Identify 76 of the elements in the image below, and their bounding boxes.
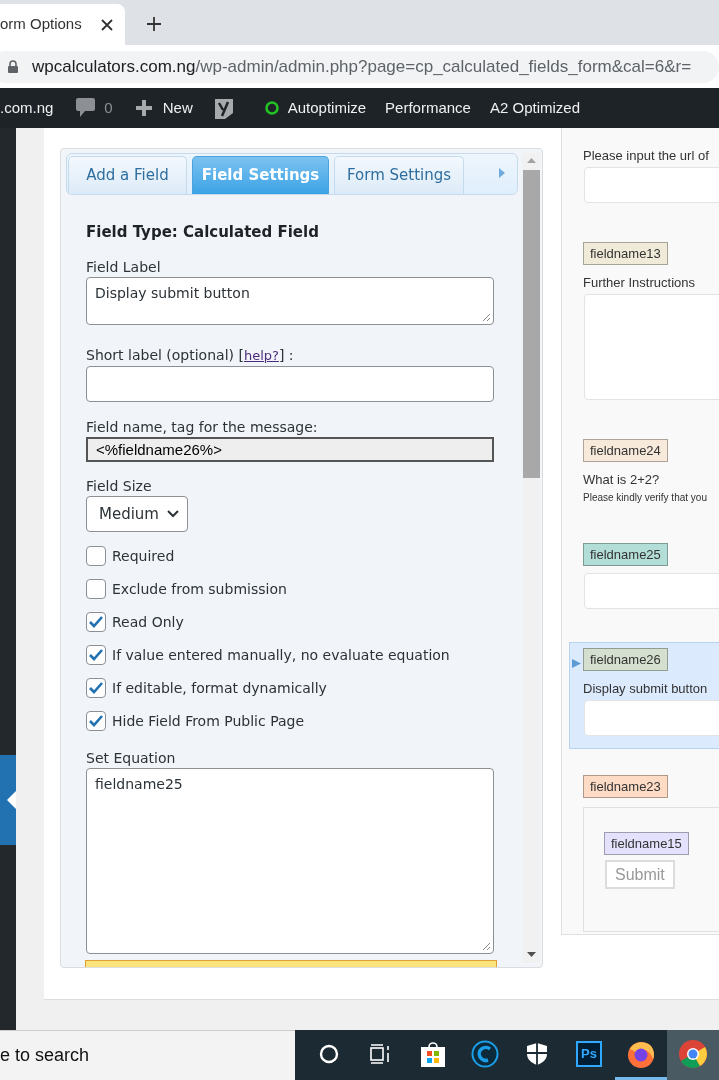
form-field[interactable]: fieldname25	[569, 537, 719, 622]
checkbox-label: If editable, format dynamically	[112, 678, 327, 698]
ring-icon[interactable]	[319, 1043, 339, 1064]
close-icon[interactable]	[101, 18, 113, 31]
field-label: Field name, tag for the message:	[86, 418, 319, 436]
field-label: Set Equation	[86, 749, 177, 767]
taskbar-button[interactable]: Ps	[563, 1030, 615, 1080]
selected-field[interactable]: fieldname26 Display submit button	[569, 642, 719, 749]
field-label: Field Size	[86, 477, 153, 495]
admin-bar-link[interactable]: Autoptimize	[287, 96, 367, 120]
field-label: Field Label	[86, 258, 162, 276]
checkbox[interactable]	[86, 579, 106, 599]
checkbox-label: Required	[112, 546, 175, 566]
tab[interactable]: Add a Field	[68, 156, 187, 194]
field-tag: fieldname25	[583, 543, 668, 566]
scroll-down-icon[interactable]	[526, 952, 536, 957]
comment-count: 0	[104, 97, 113, 118]
admin-bar-link[interactable]: A2 Optimized	[489, 96, 580, 120]
new-link[interactable]: New	[162, 96, 193, 120]
checkbox[interactable]	[86, 711, 106, 731]
status-ring-icon	[264, 101, 279, 115]
equation-textarea[interactable]: fieldname25	[86, 768, 494, 954]
field-type-heading: Field Type: Calculated Field	[86, 223, 320, 241]
checkbox-label: Exclude from submission	[112, 579, 287, 599]
scrollbar[interactable]	[522, 153, 540, 963]
comment-icon[interactable]	[76, 98, 96, 118]
size-select[interactable]: Medium	[86, 496, 188, 532]
plus-icon[interactable]	[134, 99, 153, 117]
browser-icon	[678, 1038, 708, 1069]
ps-tile-icon: Ps	[576, 1040, 602, 1067]
site-link[interactable]: .com.ng	[0, 96, 54, 120]
search-field[interactable]: e to search	[0, 1030, 295, 1080]
field-caption: Display submit button	[583, 680, 709, 698]
lock-icon	[8, 60, 18, 73]
checkbox-label: Read Only	[112, 612, 184, 632]
field-caption: What is 2+2?	[583, 471, 661, 489]
collapse-tab[interactable]	[0, 755, 16, 845]
field-tag: fieldname24	[583, 439, 668, 462]
label-textarea[interactable]: Display submit button	[86, 277, 494, 325]
scroll-thumb[interactable]	[522, 170, 540, 478]
checkbox-label: Hide Field From Public Page	[112, 711, 305, 731]
field-caption: Further Instructions	[583, 274, 696, 292]
form-field[interactable]: fieldname13 Further Instructions	[569, 236, 719, 413]
arc-circle-icon[interactable]	[471, 1039, 499, 1068]
field-tag-field: <%fieldname26%>	[86, 437, 494, 462]
field-label: Short label (optional) [help?] :	[86, 346, 295, 365]
field-caption: Please input the url of	[583, 147, 710, 165]
shield-icon[interactable]	[526, 1041, 548, 1066]
input-field[interactable]	[86, 366, 494, 402]
resize-grip-icon[interactable]	[482, 942, 491, 951]
selected-marker-icon	[572, 659, 581, 668]
help-link[interactable]: help?	[243, 348, 279, 363]
field-tag: fieldname13	[583, 242, 668, 265]
checkbox[interactable]	[86, 645, 106, 665]
resize-grip-icon[interactable]	[482, 313, 491, 322]
task-view-icon[interactable]	[370, 1043, 392, 1064]
checkbox[interactable]	[86, 678, 106, 698]
admin-bar-link[interactable]: Performance	[385, 96, 471, 120]
form-field[interactable]: fieldname23 fieldname15 Submit	[569, 769, 719, 945]
checkbox[interactable]	[86, 612, 106, 632]
field-tag: fieldname26	[583, 648, 668, 671]
address-field[interactable]: wpcalculators.com.ng/wp-admin/admin.php?page=cp_calculated_fields_form&cal=6&r=	[0, 50, 719, 83]
shopping-bag-icon[interactable]	[419, 1039, 447, 1068]
form-field[interactable]: Please input the url of	[569, 141, 719, 216]
url-text: wpcalculators.com.ng/wp-admin/admin.php?page=cp_calculated_fields_form&cal=6&r=	[32, 55, 692, 78]
chevron-down-icon	[167, 510, 179, 518]
tab[interactable]: Form Settings	[334, 156, 464, 194]
field-tag: fieldname15	[604, 832, 689, 855]
new-tab-icon[interactable]	[147, 17, 161, 31]
checkbox-label: If value entered manually, no evaluate equation	[112, 645, 450, 665]
field-tag: fieldname23	[583, 775, 668, 798]
form-field[interactable]: fieldname24 What is 2+2? Please kindly verify that you	[569, 433, 719, 517]
field-note: Please kindly verify that you	[583, 491, 708, 504]
tab-title: orm Options	[0, 14, 82, 35]
collapse-arrow-icon	[7, 791, 16, 809]
checkbox[interactable]	[86, 546, 106, 566]
